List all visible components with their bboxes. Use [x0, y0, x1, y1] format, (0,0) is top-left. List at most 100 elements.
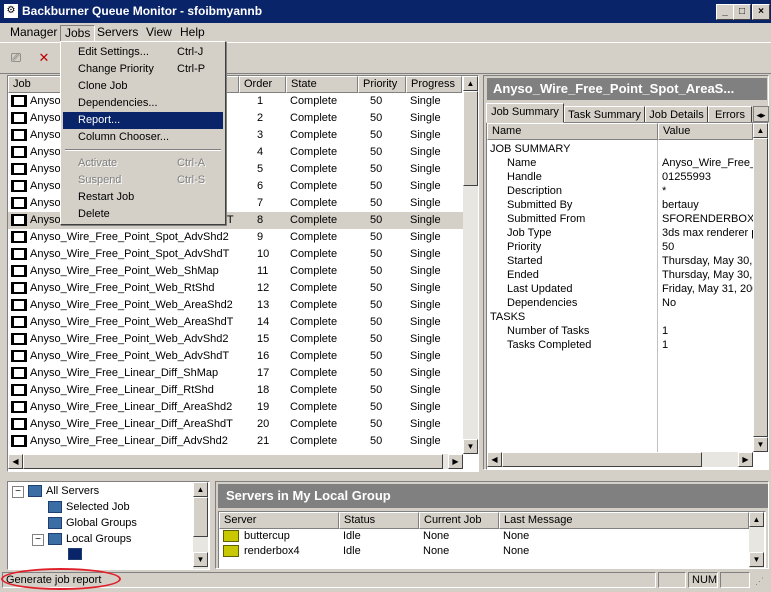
properties-vscroll[interactable]: ▲ ▼: [753, 123, 768, 452]
job-cell-order: 21: [257, 435, 270, 447]
tree-expander-local[interactable]: −: [32, 534, 44, 546]
menu-item-label: Clone Job: [78, 80, 128, 92]
property-row[interactable]: Ended Thursday, May 30, 20: [487, 268, 753, 282]
properties-hscroll[interactable]: ◀ ▶: [487, 452, 753, 467]
property-section[interactable]: JOB SUMMARY: [487, 142, 753, 156]
menu-jobs[interactable]: Jobs: [60, 25, 96, 42]
job-list-vscroll[interactable]: ▲ ▼: [463, 76, 478, 454]
menu-servers[interactable]: Servers: [93, 25, 142, 40]
col-state[interactable]: State: [286, 76, 358, 93]
property-row[interactable]: Job Type 3ds max renderer plu: [487, 226, 753, 240]
menu-item-label: Column Chooser...: [78, 131, 170, 143]
resize-grip-icon[interactable]: ⋰: [755, 576, 768, 589]
job-row[interactable]: Anyso_Wire_Free_Linear_Diff_AreaShdT 20 Co…: [8, 416, 463, 433]
property-name: Last Updated: [507, 283, 573, 295]
menu-item-edit-settings[interactable]: Edit Settings... Ctrl-J: [63, 44, 223, 61]
properties-grid: Name Value JOB SUMMARY Name Anyso_Wire_Fre…: [486, 122, 769, 470]
job-cell-progress: Single: [410, 265, 441, 277]
menu-item-delete[interactable]: Delete: [63, 206, 223, 223]
property-name: Job Type: [507, 227, 552, 239]
col-name[interactable]: Name: [487, 123, 658, 140]
disconnect-icon[interactable]: ✕: [35, 49, 53, 67]
menu-manager[interactable]: Manager: [6, 25, 61, 40]
job-cell-order: 6: [257, 180, 264, 192]
tab-job-summary[interactable]: Job Summary: [486, 103, 564, 123]
menu-item-report[interactable]: Report...: [63, 112, 223, 129]
property-row[interactable]: Started Thursday, May 30, 20: [487, 254, 753, 268]
local-group-item-icon[interactable]: [68, 548, 82, 560]
job-list-hscroll[interactable]: ◀ ▶: [8, 454, 463, 469]
col-server[interactable]: Server: [219, 512, 339, 529]
servers-vscroll[interactable]: ▲ ▼: [749, 512, 764, 568]
property-row[interactable]: Number of Tasks 1: [487, 324, 753, 338]
menu-item-shortcut: Ctrl-A: [177, 157, 206, 169]
menu-help[interactable]: Help: [176, 25, 209, 40]
property-row[interactable]: Handle 01255993: [487, 170, 753, 184]
job-film-icon: [11, 282, 27, 294]
tree-item-all-servers[interactable]: All Servers: [46, 483, 99, 499]
connect-icon[interactable]: ⎚: [7, 49, 25, 67]
tab-scroll-arrows-icon[interactable]: ◂▸: [753, 106, 769, 122]
server-row[interactable]: buttercup Idle None None: [219, 529, 749, 544]
property-row[interactable]: Priority 50: [487, 240, 753, 254]
property-row[interactable]: Name Anyso_Wire_Free_Po: [487, 156, 753, 170]
property-row[interactable]: Last Updated Friday, May 31, 2002: [487, 282, 753, 296]
job-cell-order: 19: [257, 401, 270, 413]
property-row[interactable]: Submitted From SFORENDERBOXX: [487, 212, 753, 226]
menu-item-restart-job[interactable]: Restart Job: [63, 189, 223, 206]
col-last-message[interactable]: Last Message: [499, 512, 749, 529]
menu-item-label: Delete: [78, 208, 110, 220]
property-row[interactable]: Submitted By bertauy: [487, 198, 753, 212]
col-order[interactable]: Order: [239, 76, 286, 93]
job-cell-order: 9: [257, 231, 264, 243]
menu-separator: [65, 149, 221, 151]
property-value: bertauy: [662, 199, 699, 211]
menu-item-change-priority[interactable]: Change Priority Ctrl-P: [63, 61, 223, 78]
tree-item-global-groups[interactable]: Global Groups: [66, 515, 137, 531]
menu-item-column-chooser[interactable]: Column Chooser...: [63, 129, 223, 146]
col-progress[interactable]: Progress: [406, 76, 462, 93]
menu-item-dependencies[interactable]: Dependencies...: [63, 95, 223, 112]
job-row[interactable]: Anyso_Wire_Free_Point_Web_AreaShd2 13 Comp…: [8, 297, 463, 314]
job-row[interactable]: Anyso_Wire_Free_Point_Spot_AdvShdT 10 Comp…: [8, 246, 463, 263]
property-row[interactable]: Dependencies No: [487, 296, 753, 310]
job-row[interactable]: Anyso_Wire_Free_Linear_Diff_RtShd 18 Compl…: [8, 382, 463, 399]
property-row[interactable]: Description *: [487, 184, 753, 198]
close-button[interactable]: ×: [752, 4, 770, 20]
job-row[interactable]: Anyso_Wire_Free_Point_Spot_AdvShd2 9 Compl…: [8, 229, 463, 246]
job-cell-priority: 50: [370, 146, 383, 158]
minimize-button[interactable]: _: [716, 4, 734, 20]
job-row[interactable]: Anyso_Wire_Free_Point_Web_AdvShdT 16 Compl…: [8, 348, 463, 365]
app-icon[interactable]: ⚙: [4, 4, 18, 18]
menu-item-label: Activate: [78, 157, 118, 169]
job-cell-priority: 50: [370, 384, 383, 396]
job-row[interactable]: Anyso_Wire_Free_Point_Web_AreaShdT 14 Comp…: [8, 314, 463, 331]
col-status[interactable]: Status: [339, 512, 419, 529]
job-cell-state: Complete: [290, 333, 338, 345]
tree-vscroll[interactable]: ▲ ▼: [193, 482, 208, 569]
job-row[interactable]: Anyso_Wire_Free_Linear_Diff_AreaShd2 19 Co…: [8, 399, 463, 416]
tree-item-local-groups[interactable]: Local Groups: [66, 531, 131, 547]
col-current-job[interactable]: Current Job: [419, 512, 499, 529]
job-cell-priority: 50: [370, 333, 383, 345]
col-priority[interactable]: Priority: [358, 76, 406, 93]
job-film-icon: [11, 180, 27, 192]
job-row[interactable]: Anyso_Wire_Free_Point_Web_ShMap 11 Complet…: [8, 263, 463, 280]
property-value: Thursday, May 30, 20: [662, 269, 753, 281]
tree-expander-all[interactable]: −: [12, 486, 24, 498]
job-cell-priority: 50: [370, 418, 383, 430]
job-row[interactable]: Anyso_Wire_Free_Linear_Diff_AdvShd2 21 Com…: [8, 433, 463, 450]
server-row[interactable]: renderbox4 Idle None None: [219, 544, 749, 559]
property-row[interactable]: Tasks Completed 1: [487, 338, 753, 352]
maximize-button[interactable]: □: [733, 4, 751, 20]
job-cell-progress: Single: [410, 367, 441, 379]
menu-view[interactable]: View: [142, 25, 176, 40]
job-row[interactable]: Anyso_Wire_Free_Point_Web_RtShd 12 Complet…: [8, 280, 463, 297]
col-value[interactable]: Value: [658, 123, 753, 140]
property-section[interactable]: TASKS: [487, 310, 753, 324]
menu-item-clone-job[interactable]: Clone Job: [63, 78, 223, 95]
job-row[interactable]: Anyso_Wire_Free_Point_Web_AdvShd2 15 Compl…: [8, 331, 463, 348]
tree-item-selected-job[interactable]: Selected Job: [66, 499, 130, 515]
job-row[interactable]: Anyso_Wire_Free_Linear_Diff_ShMap 17 Compl…: [8, 365, 463, 382]
property-name: Handle: [507, 171, 542, 183]
